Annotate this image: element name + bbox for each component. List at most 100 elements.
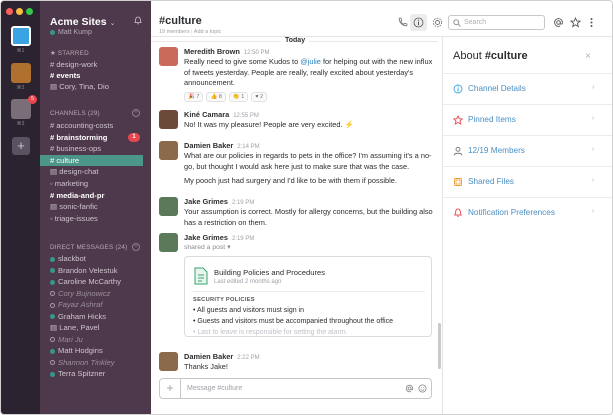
mentions-icon[interactable] bbox=[553, 17, 564, 28]
more-vertical-icon[interactable] bbox=[586, 17, 597, 28]
pane-row-bell[interactable]: Notification Preferences › bbox=[443, 197, 612, 228]
direct-messages-header[interactable]: DIRECT MESSAGES (24) bbox=[50, 244, 127, 251]
message-scrollbar[interactable] bbox=[438, 323, 441, 369]
mention-icon[interactable] bbox=[405, 384, 414, 393]
bell-icon[interactable] bbox=[134, 16, 142, 25]
reaction-pill[interactable]: 👏 1 bbox=[228, 92, 249, 102]
message-author[interactable]: Jake Grimes 2:19 PM bbox=[184, 197, 254, 206]
sidebar-item-dm[interactable]: Graham Hicks bbox=[40, 311, 151, 322]
attach-button[interactable]: + bbox=[160, 379, 181, 398]
pane-row-pin[interactable]: Pinned Items › bbox=[443, 104, 612, 135]
message-composer[interactable]: + Message #culture bbox=[159, 378, 432, 399]
sidebar-item-channel[interactable]: # media-and-pr bbox=[40, 190, 151, 201]
sidebar-item-dm[interactable]: Caroline McCarthy bbox=[40, 276, 151, 287]
sidebar-item-starred[interactable]: # events bbox=[40, 70, 151, 81]
reaction-pill[interactable]: 👍 8 bbox=[206, 92, 226, 102]
team-tile-2[interactable] bbox=[11, 63, 31, 83]
sidebar-item-channel[interactable]: # accounting-costs bbox=[40, 120, 151, 131]
avatar[interactable] bbox=[159, 47, 178, 66]
sidebar-item-dm[interactable]: Terra Spitzner bbox=[40, 368, 151, 379]
info-icon bbox=[413, 17, 424, 28]
user-mention-link[interactable]: @julie bbox=[300, 57, 321, 66]
message-timestamp[interactable]: 2:19 PM bbox=[232, 200, 254, 206]
team-name-menu[interactable]: Acme Sites ⌄ bbox=[50, 16, 116, 28]
shared-post-note[interactable]: shared a post ▾ bbox=[184, 243, 434, 254]
pane-row-info[interactable]: Channel Details › bbox=[443, 73, 612, 104]
avatar[interactable] bbox=[159, 197, 178, 216]
sidebar-item-dm[interactable]: Mari Ju bbox=[40, 334, 151, 345]
search-input[interactable]: Search bbox=[448, 15, 545, 30]
sidebar-item-channel[interactable]: ▤ design-chat bbox=[40, 166, 151, 177]
message-author[interactable]: Jake Grimes 2:19 PM bbox=[184, 233, 254, 242]
shared-post-card[interactable]: Building Policies and Procedures Last ed… bbox=[184, 256, 432, 337]
add-channel-button[interactable]: + bbox=[132, 109, 140, 117]
post-title[interactable]: Building Policies and Procedures bbox=[214, 268, 325, 277]
sidebar-item-dm[interactable]: Matt Hodgins bbox=[40, 345, 151, 356]
channels-label: CHANNELS bbox=[50, 110, 86, 117]
sidebar-item-channel[interactable]: # business-ops bbox=[40, 143, 151, 154]
message-timestamp[interactable]: 12:55 PM bbox=[233, 113, 259, 119]
avatar[interactable] bbox=[159, 352, 178, 371]
members-icon bbox=[453, 146, 463, 156]
message-author[interactable]: Damien Baker 2:14 PM bbox=[184, 141, 260, 150]
sidebar-item-dm[interactable]: Shannon Tinkley bbox=[40, 357, 151, 368]
pane-row-files[interactable]: Shared Files › bbox=[443, 166, 612, 197]
current-user[interactable]: Matt Kump bbox=[50, 29, 92, 36]
add-topic-link[interactable]: Add a topic bbox=[194, 29, 222, 35]
channel-title[interactable]: #culture bbox=[159, 15, 202, 27]
pane-row-label: Channel Details bbox=[468, 84, 526, 93]
add-dm-button[interactable]: + bbox=[132, 243, 140, 251]
team-shortcut-label: ⌘3 bbox=[16, 121, 25, 127]
reaction-pill[interactable]: ♥ 2 bbox=[251, 92, 268, 102]
team-shortcut-label: ⌘2 bbox=[16, 85, 25, 91]
chevron-right-icon: › bbox=[592, 115, 595, 122]
message-author[interactable]: Meredith Brown 12:50 PM bbox=[184, 47, 270, 56]
avatar[interactable] bbox=[159, 110, 178, 129]
sidebar-item-dm[interactable]: slackbot bbox=[40, 253, 151, 264]
minimize-window-button[interactable] bbox=[16, 8, 23, 15]
member-count[interactable]: 19 members bbox=[159, 29, 190, 35]
message-text: Really need to give some Kudos to @julie… bbox=[184, 57, 433, 87]
emoji-icon[interactable] bbox=[418, 384, 427, 393]
sidebar-item-dm[interactable]: Brandon Velestuk bbox=[40, 265, 151, 276]
message-timestamp[interactable]: 2:22 PM bbox=[237, 355, 259, 361]
sidebar-item-channel[interactable]: # brainstorming 1 bbox=[40, 132, 151, 143]
document-icon bbox=[194, 267, 208, 285]
channel-header: #culture 19 members | Add a topic Search bbox=[151, 1, 612, 37]
sidebar-item-channel[interactable]: ▤ sonic-fanfic bbox=[40, 201, 151, 212]
files-icon bbox=[454, 178, 462, 186]
sidebar-item-channel[interactable]: ◦ triage-issues bbox=[40, 213, 151, 224]
close-window-button[interactable] bbox=[6, 8, 13, 15]
sidebar-item-starred[interactable]: ▤ Cory, Tina, Dio bbox=[40, 81, 151, 92]
phone-icon[interactable] bbox=[397, 17, 408, 28]
message-list[interactable]: Today Meredith Brown 12:50 PM Really need… bbox=[151, 37, 438, 373]
message-author[interactable]: Damien Baker 2:22 PM bbox=[184, 352, 260, 361]
zoom-window-button[interactable] bbox=[26, 8, 33, 15]
sidebar-item-dm[interactable]: ▤ Lane, Pavel bbox=[40, 322, 151, 333]
message-timestamp[interactable]: 12:50 PM bbox=[244, 50, 270, 56]
info-button[interactable] bbox=[410, 14, 427, 31]
channels-header[interactable]: CHANNELS (29) bbox=[50, 110, 100, 117]
sidebar-item-dm[interactable]: Fayaz Ashraf bbox=[40, 299, 151, 310]
pane-row-members[interactable]: 12/19 Members › bbox=[443, 135, 612, 166]
author-name: Jake Grimes bbox=[184, 233, 228, 242]
sidebar-item-channel[interactable]: # culture bbox=[40, 154, 143, 166]
avatar[interactable] bbox=[159, 233, 178, 252]
channel-sidebar: Acme Sites ⌄ Matt Kump ★ STARRED CHANNELS… bbox=[40, 1, 151, 414]
sidebar-item-channel[interactable]: ◦ marketing bbox=[40, 178, 151, 189]
reaction-pill[interactable]: 🎉 7 bbox=[184, 92, 204, 102]
message-timestamp[interactable]: 2:19 PM bbox=[232, 236, 254, 242]
pane-row-label: Pinned Items bbox=[468, 115, 516, 124]
close-icon[interactable]: × bbox=[585, 51, 591, 62]
star-icon[interactable] bbox=[570, 17, 581, 28]
message-author[interactable]: Kiné Camara 12:55 PM bbox=[184, 110, 259, 119]
message-timestamp[interactable]: 2:14 PM bbox=[237, 144, 259, 150]
sidebar-item-label: Graham Hicks bbox=[58, 311, 107, 321]
post-bullet: • Guests and visitors must be accompanie… bbox=[193, 318, 393, 325]
sidebar-item-dm[interactable]: Cory Bujnowicz bbox=[40, 288, 151, 299]
sidebar-item-starred[interactable]: # design-work bbox=[40, 59, 151, 70]
avatar[interactable] bbox=[159, 141, 178, 160]
team-tile-acme[interactable] bbox=[11, 26, 31, 46]
gear-icon[interactable] bbox=[432, 17, 443, 28]
add-team-button[interactable]: + bbox=[12, 137, 30, 155]
